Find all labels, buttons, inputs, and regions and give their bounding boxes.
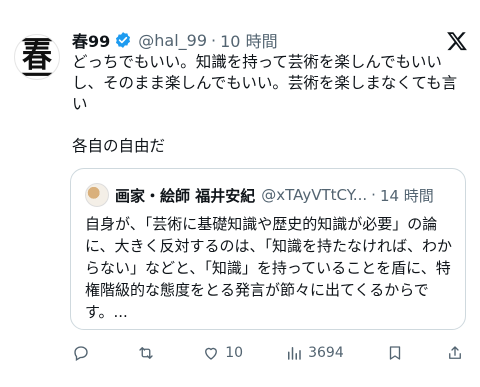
quoted-author-handle: @xTAyVTtCY... (261, 186, 368, 204)
repost-button[interactable] (137, 344, 160, 362)
views-button[interactable]: 3694 (285, 344, 344, 362)
share-button[interactable] (446, 344, 464, 362)
meta-separator: · (371, 186, 376, 204)
post-body-line: 各自の自由だ (72, 137, 166, 155)
quoted-author-name: 画家・絵師 福井安紀 (115, 186, 256, 205)
post-header: 春99 @hal_99 · 10 時間 (72, 28, 278, 52)
like-count: 10 (225, 345, 244, 361)
quoted-author-avatar (85, 183, 109, 207)
post-body: どっちでもいい。知識を持って芸術を楽しんでもいいし、そのまま楽しんでもいい。芸術… (72, 52, 472, 157)
views-chart-icon (288, 347, 301, 360)
repost-icon (139, 347, 153, 359)
quoted-post-header: 画家・絵師 福井安紀 @xTAyVTtCY... · 14 時間 (85, 183, 434, 207)
post-actions-bar: 10 3694 (72, 344, 464, 364)
reply-button[interactable] (72, 344, 95, 362)
quoted-post-time: 14 時間 (379, 186, 434, 205)
avatar-seal-glyph: 春 (20, 38, 54, 76)
author-avatar[interactable]: 春 (14, 34, 60, 80)
post-time[interactable]: 10 時間 (220, 28, 277, 52)
bookmark-button[interactable] (386, 344, 404, 362)
post-body-line: どっちでもいい。知識を持って芸術を楽しんでもいいし、そのまま楽しんでもいい。芸術… (72, 53, 458, 113)
share-icon (449, 346, 461, 359)
reply-icon (74, 346, 88, 361)
quoted-post-body: 自身が、「芸術に基礎知識や歴史的知識が必要」の論に、大きく反対するのは、「知識を… (85, 215, 453, 321)
meta-separator: · (211, 30, 217, 50)
like-button[interactable]: 10 (202, 344, 243, 362)
heart-icon (205, 347, 218, 360)
author-handle[interactable]: @hal_99 (138, 31, 207, 50)
views-count: 3694 (308, 345, 344, 361)
quoted-post-card[interactable]: 画家・絵師 福井安紀 @xTAyVTtCY... · 14 時間 自身が、「芸術… (70, 168, 466, 330)
verified-badge-icon (116, 32, 131, 48)
x-logo-icon[interactable] (446, 30, 468, 52)
author-name[interactable]: 春99 (72, 28, 110, 52)
bookmark-icon (389, 346, 401, 360)
